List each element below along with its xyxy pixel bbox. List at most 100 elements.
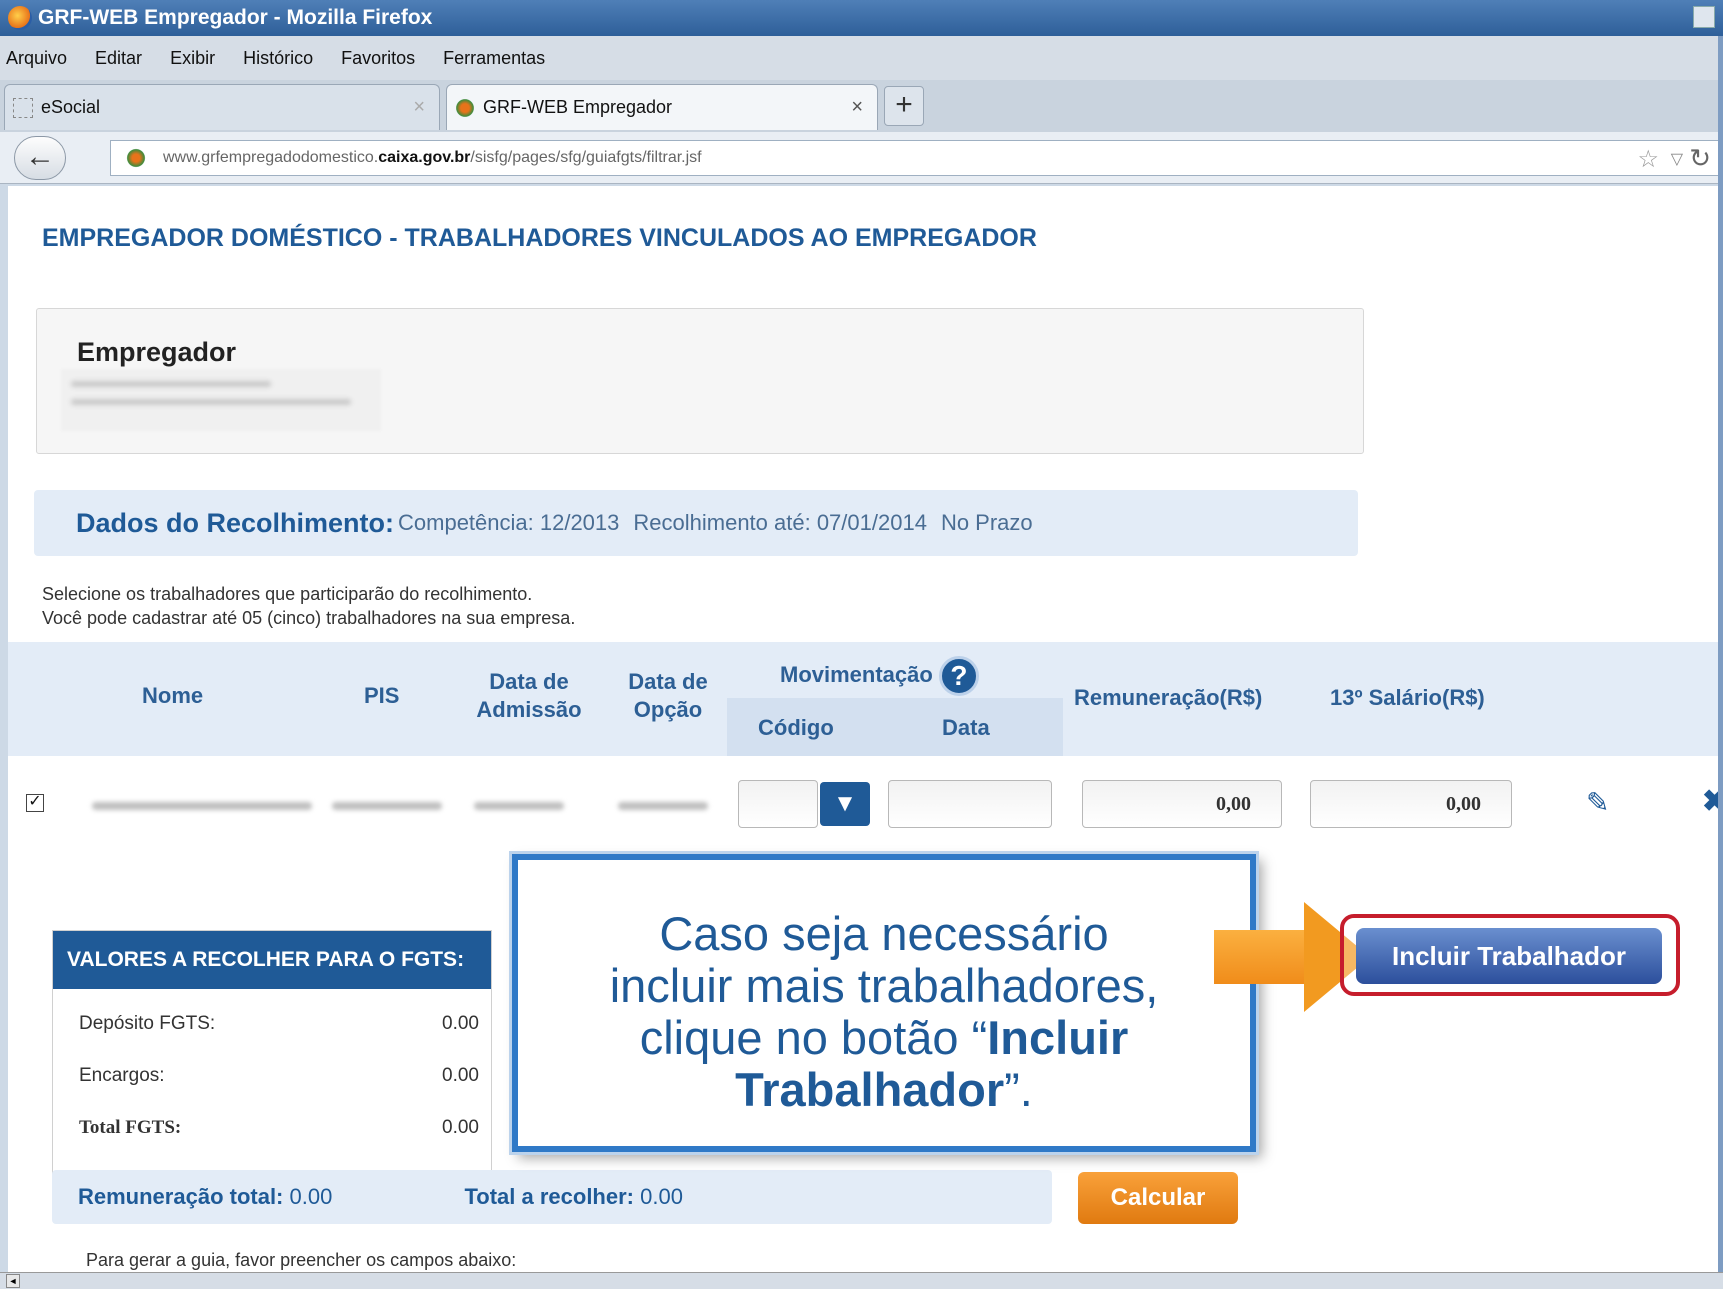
tab-label: GRF-WEB Empregador — [483, 97, 673, 117]
url-domain: caixa.gov.br — [378, 149, 471, 166]
minimize-button[interactable] — [1693, 6, 1715, 28]
url-bar[interactable]: www.grfempregadodomestico. caixa.gov.br/s… — [110, 140, 1720, 176]
callout-text: Caso seja necessário incluir mais trabal… — [518, 908, 1250, 1116]
encargos-row: Encargos: 0.00 — [79, 1065, 479, 1087]
callout-bold: Incluir — [987, 1011, 1129, 1064]
firefox-icon — [8, 6, 32, 30]
col-codigo: Código — [758, 715, 834, 740]
total-recolher-value: 0.00 — [640, 1184, 683, 1209]
site-icon — [125, 147, 147, 169]
totals-bar: Remuneração total: 0.00 Total a recolher… — [52, 1170, 1052, 1224]
employer-label: Empregador — [77, 337, 237, 367]
recolhimento-text: Recolhimento até: 07/01/2014 — [633, 510, 927, 535]
employer-info-redacted — [61, 369, 381, 431]
close-icon[interactable]: ✖ — [1702, 784, 1718, 819]
tab-esocial[interactable]: eSocial × — [4, 84, 440, 130]
col-remuneracao: Remuneração(R$) — [1074, 685, 1263, 710]
tab-label: eSocial — [41, 97, 101, 117]
movimentacao-date-input[interactable] — [888, 780, 1052, 828]
dados-label: Dados do Recolhimento: — [76, 507, 395, 538]
remuneracao-input[interactable]: 0,00 — [1082, 780, 1282, 828]
competencia-text: Competência: 12/2013 — [398, 510, 620, 535]
menu-arquivo[interactable]: Arquivo — [6, 48, 67, 69]
callout-line: Trabalhador”. — [518, 1064, 1250, 1116]
worker-pis-redacted — [332, 802, 442, 810]
total-fgts-label: Total FGTS: — [79, 1117, 182, 1138]
pencil-icon[interactable]: ✎ — [1586, 786, 1609, 819]
window-title: GRF-WEB Empregador - Mozilla Firefox — [38, 6, 433, 29]
callout-line: clique no botão “Incluir — [518, 1012, 1250, 1064]
url-path: /sisfg/pages/sfg/guiafgts/filtrar.jsf — [470, 149, 702, 166]
chevron-down-icon[interactable]: ▼ — [820, 782, 870, 826]
col-opcao: Data de Opção — [608, 668, 728, 724]
scroll-left-icon[interactable]: ◄ — [6, 1274, 20, 1288]
horizontal-scrollbar[interactable]: ◄ — [0, 1272, 1723, 1289]
close-icon[interactable]: × — [413, 96, 425, 119]
col-movimentacao-label: Movimentação — [780, 661, 933, 687]
window-frame — [1718, 36, 1723, 1272]
table-row: ✓ ▼ 0,00 0,00 ✎ ✖ — [8, 780, 1718, 834]
arrow-shaft — [1214, 930, 1306, 984]
col-data: Data — [942, 715, 990, 740]
close-icon[interactable]: × — [851, 96, 863, 119]
dados-recolhimento-bar: Dados do Recolhimento: Competência: 12/2… — [34, 490, 1358, 556]
col-admissao-line1: Data de — [489, 669, 569, 694]
reload-icon[interactable]: ↻ — [1689, 143, 1711, 174]
table-header: Nome PIS Data de Admissão Data de Opção … — [8, 642, 1718, 756]
col-movimentacao: Movimentação ? — [780, 656, 979, 696]
total-fgts-value: 0.00 — [442, 1117, 479, 1138]
valores-panel: VALORES A RECOLHER PARA O FGTS: Depósito… — [52, 930, 492, 1198]
employer-box: Empregador — [36, 308, 1364, 454]
dropdown-arrow-icon[interactable]: ▽ — [1671, 149, 1683, 169]
callout-line: incluir mais trabalhadores, — [609, 959, 1159, 1012]
hint-text: Selecione os trabalhadores que participa… — [42, 584, 533, 604]
calcular-button[interactable]: Calcular — [1078, 1172, 1238, 1224]
codigo-select[interactable] — [738, 780, 818, 828]
instruction-callout: Caso seja necessário incluir mais trabal… — [512, 854, 1256, 1152]
tab-bar: eSocial × GRF-WEB Empregador × + — [0, 80, 1723, 132]
menu-historico[interactable]: Histórico — [243, 48, 313, 69]
bookmark-star-icon[interactable]: ☆ — [1637, 145, 1659, 174]
back-button[interactable]: ← — [14, 136, 66, 180]
navigation-bar: ← www.grfempregadodomestico. caixa.gov.br… — [0, 132, 1723, 184]
admissao-date-redacted — [474, 802, 564, 810]
deposito-row: Depósito FGTS: 0.00 — [79, 1013, 479, 1035]
worker-checkbox[interactable]: ✓ — [26, 794, 44, 812]
encargos-value: 0.00 — [442, 1065, 479, 1086]
deposito-value: 0.00 — [442, 1013, 479, 1034]
col-nome: Nome — [142, 683, 204, 708]
menu-ferramentas[interactable]: Ferramentas — [443, 48, 545, 69]
new-tab-button[interactable]: + — [884, 86, 924, 126]
encargos-label: Encargos: — [79, 1065, 165, 1086]
total-recolher-label: Total a recolher: — [464, 1184, 634, 1209]
opcao-date-redacted — [618, 802, 708, 810]
menu-exibir[interactable]: Exibir — [170, 48, 215, 69]
incluir-trabalhador-button[interactable]: Incluir Trabalhador — [1356, 928, 1662, 984]
help-icon[interactable]: ? — [938, 656, 979, 696]
page-icon — [13, 97, 33, 118]
callout-text-part: ”. — [1004, 1063, 1033, 1116]
col-13-salario: 13º Salário(R$) — [1330, 685, 1485, 710]
valores-header: VALORES A RECOLHER PARA O FGTS: — [53, 931, 491, 989]
url-prefix: www.grfempregadodomestico. — [163, 149, 379, 166]
footer-instruction: Para gerar a guia, favor preencher os ca… — [86, 1250, 517, 1270]
col-admissao: Data de Admissão — [464, 668, 594, 724]
page-title: EMPREGADOR DOMÉSTICO - TRABALHADORES VIN… — [42, 224, 1037, 252]
menu-bar: Arquivo Editar Exibir Histórico Favorito… — [0, 36, 1723, 80]
col-pis: PIS — [364, 683, 400, 708]
callout-bold: Trabalhador — [735, 1063, 1005, 1116]
window-titlebar: GRF-WEB Empregador - Mozilla Firefox — [0, 0, 1723, 36]
prazo-text: No Prazo — [940, 510, 1033, 535]
remuneracao-total-value: 0.00 — [289, 1184, 333, 1209]
deposito-label: Depósito FGTS: — [79, 1013, 216, 1034]
hint-text: Você pode cadastrar até 05 (cinco) traba… — [42, 608, 576, 628]
site-icon — [455, 97, 475, 118]
callout-line: Caso seja necessário — [659, 907, 1109, 960]
menu-favoritos[interactable]: Favoritos — [341, 48, 415, 69]
menu-editar[interactable]: Editar — [95, 48, 142, 69]
total-fgts-row: Total FGTS: 0.00 — [79, 1117, 479, 1139]
col-opcao-line1: Data de — [628, 669, 708, 694]
col-admissao-line2: Admissão — [476, 697, 582, 722]
tab-grf-web[interactable]: GRF-WEB Empregador × — [446, 84, 878, 130]
decimo-terceiro-input[interactable]: 0,00 — [1310, 780, 1512, 828]
